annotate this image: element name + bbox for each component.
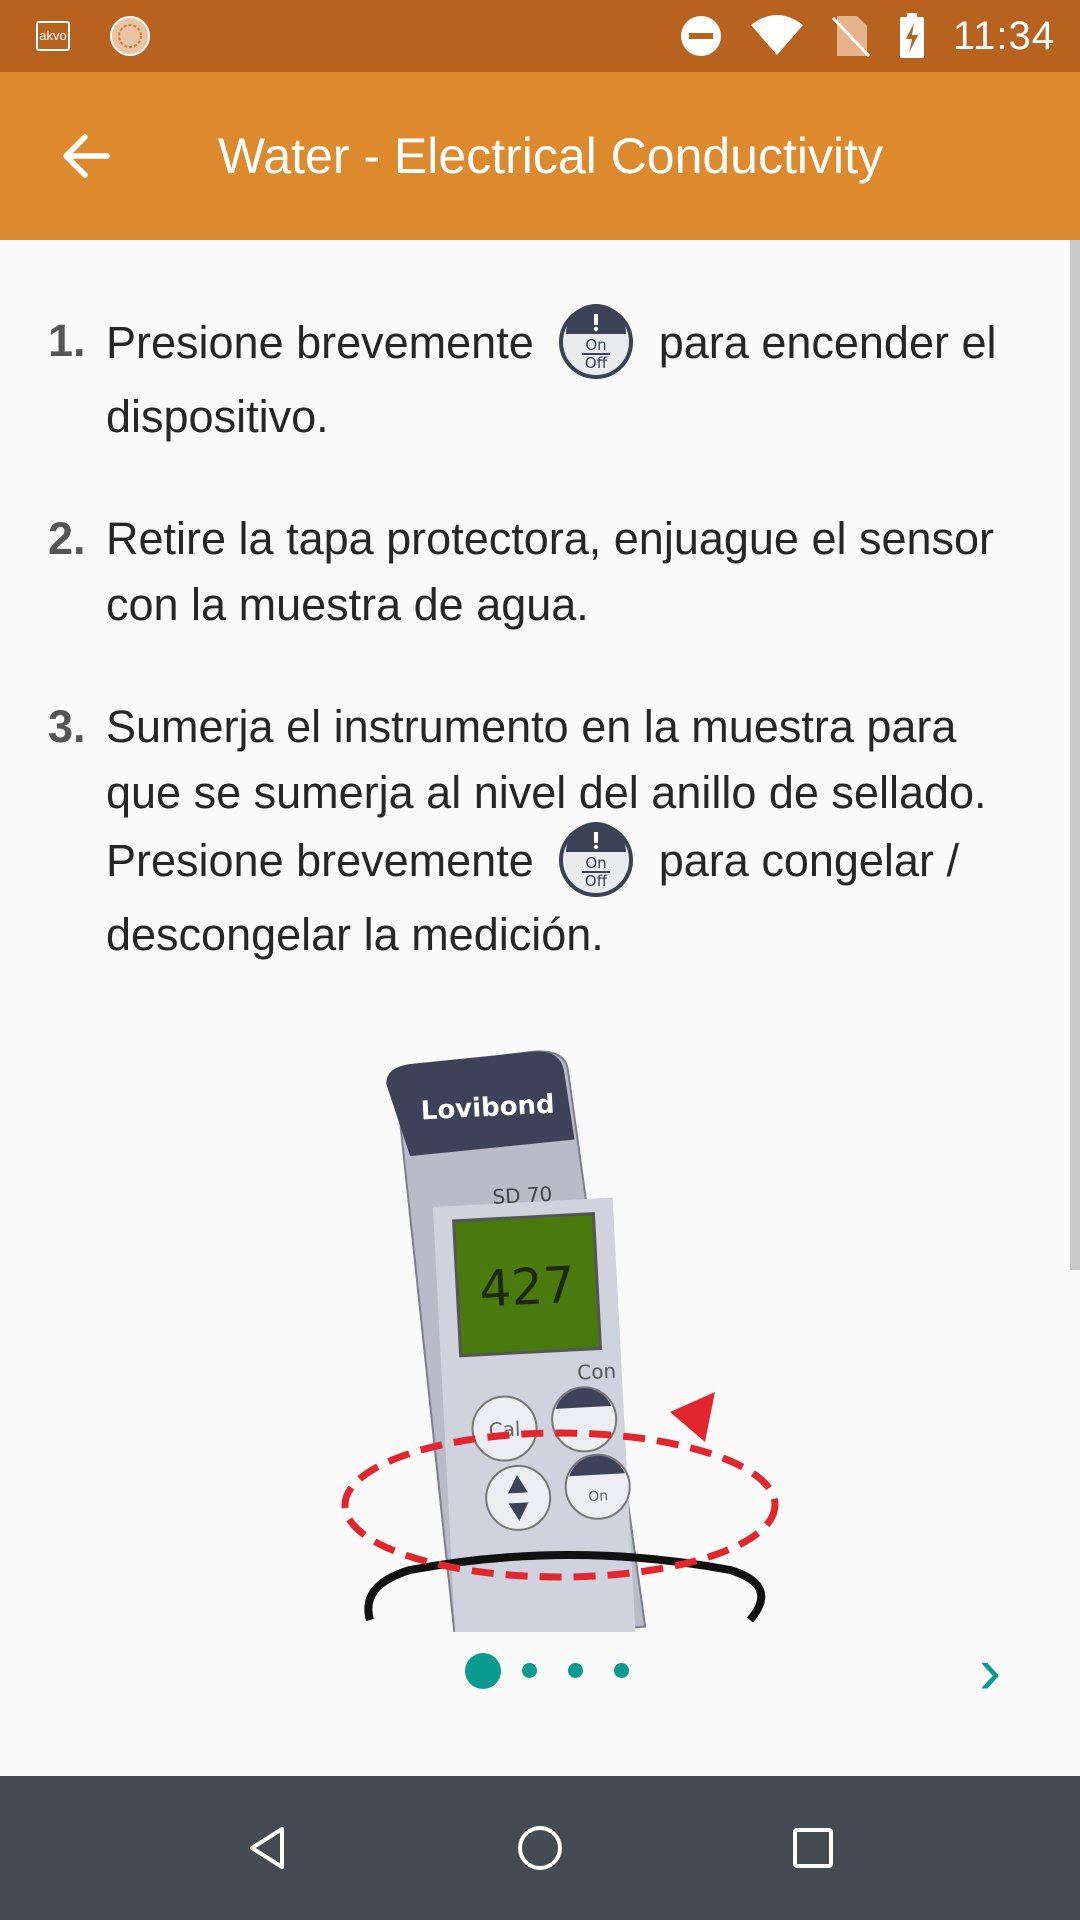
svg-text:On: On bbox=[586, 854, 607, 872]
status-time: 11:34 bbox=[952, 13, 1055, 58]
recents-square-icon bbox=[793, 1828, 834, 1868]
app-bar: Water - Electrical Conductivity bbox=[0, 72, 1080, 240]
page-indicator-active[interactable] bbox=[465, 1653, 501, 1689]
page-indicator[interactable] bbox=[614, 1663, 629, 1678]
svg-text:Off: Off bbox=[585, 354, 608, 372]
nav-home-button[interactable] bbox=[490, 1798, 590, 1898]
page-indicator[interactable] bbox=[522, 1663, 537, 1678]
scrollbar[interactable] bbox=[1070, 240, 1080, 1270]
system-nav-bar bbox=[0, 1776, 1080, 1920]
device-illustration: Lovibond SD 70 427 Con Cal On bbox=[341, 1050, 779, 1632]
instructions-content[interactable]: 1. Presione brevemente On Off para encen… bbox=[0, 240, 1080, 1776]
back-button[interactable] bbox=[36, 106, 136, 206]
nav-recents-button[interactable] bbox=[763, 1798, 863, 1898]
nav-back-button[interactable] bbox=[217, 1798, 317, 1898]
list-item: 1. Presione brevemente On Off para encen… bbox=[48, 304, 1028, 450]
step-number: 3. bbox=[48, 701, 86, 752]
svg-text:On: On bbox=[586, 336, 607, 354]
wifi-icon bbox=[750, 15, 803, 55]
status-bar: akvo 11:34 bbox=[0, 0, 1080, 72]
sun-icon bbox=[110, 16, 150, 56]
on-off-button-icon: On Off bbox=[558, 822, 634, 898]
step-text: Sumerja el instrumento en la muestra par… bbox=[106, 701, 987, 960]
no-sim-icon bbox=[831, 16, 870, 58]
list-item: 3. Sumerja el instrumento en la muestra … bbox=[48, 694, 1028, 968]
akvo-icon: akvo bbox=[36, 21, 70, 51]
arrow-left-icon bbox=[63, 134, 110, 178]
list-item: 2. Retire la tapa protectora, enjuague e… bbox=[48, 506, 1028, 638]
battery-charging-icon bbox=[899, 13, 924, 58]
page-title: Water - Electrical Conductivity bbox=[218, 128, 883, 184]
step-text: Presione brevemente On Off para encender… bbox=[106, 304, 1006, 450]
page-indicator[interactable] bbox=[568, 1663, 583, 1678]
steps-list: 1. Presione brevemente On Off para encen… bbox=[48, 304, 1028, 1024]
unit-label: Con bbox=[577, 1359, 617, 1385]
model-label: SD 70 bbox=[492, 1182, 553, 1209]
step-number: 1. bbox=[48, 315, 86, 366]
on-off-button-icon: On Off bbox=[558, 304, 634, 380]
home-circle-icon bbox=[517, 1826, 562, 1870]
back-triangle-icon bbox=[249, 1827, 284, 1869]
next-button[interactable]: › bbox=[960, 1620, 1020, 1720]
svg-text:Off: Off bbox=[585, 872, 608, 890]
display-value: 427 bbox=[478, 1256, 576, 1319]
step-number: 2. bbox=[48, 513, 86, 564]
do-not-disturb-icon bbox=[680, 16, 721, 56]
on-label: On bbox=[588, 1488, 609, 1505]
step-text: Retire la tapa protectora, enjuague el s… bbox=[106, 513, 995, 630]
